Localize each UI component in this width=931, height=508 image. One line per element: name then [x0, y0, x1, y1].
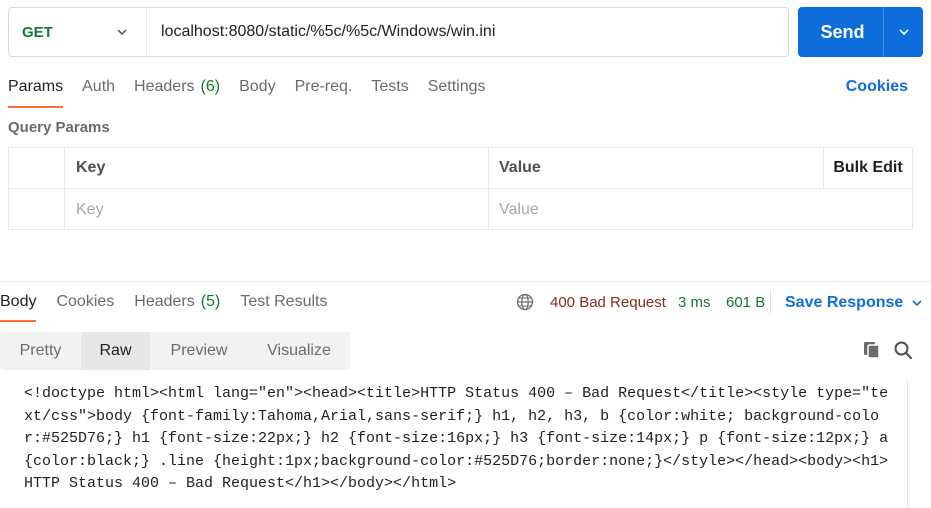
key-input[interactable]: Key: [65, 189, 489, 230]
query-params-table: Key Value Bulk Edit Key Value: [8, 147, 913, 230]
divider: [770, 290, 771, 314]
tab-label: Pre-req.: [294, 78, 353, 95]
query-params-title: Query Params: [8, 119, 110, 136]
row-checkbox-cell: [9, 189, 65, 230]
view-visualize[interactable]: Visualize: [248, 332, 350, 370]
url-bar: GET: [8, 7, 789, 57]
tab-settings[interactable]: Settings: [428, 74, 486, 108]
tab-response-body[interactable]: Body: [0, 289, 37, 322]
cookies-link[interactable]: Cookies: [846, 78, 908, 96]
chevron-down-icon: [912, 300, 922, 307]
tab-pre-request[interactable]: Pre-req.: [295, 74, 353, 108]
view-mode-selector: Pretty Raw Preview Visualize: [0, 332, 350, 370]
response-size[interactable]: 601 B: [726, 294, 765, 311]
bulk-edit-button[interactable]: Bulk Edit: [823, 148, 912, 188]
chevron-down-icon: [898, 29, 909, 36]
checkbox-column-header: [9, 148, 65, 188]
request-tabs: Params Auth Headers (6) Body Pre-req. Tes…: [8, 74, 505, 108]
tab-label: Test Results: [240, 293, 328, 310]
send-label: Send: [820, 21, 865, 42]
save-response-label: Save Response: [785, 294, 904, 311]
chevron-down-icon: [117, 29, 127, 36]
key-column-header: Key: [65, 148, 489, 188]
tab-body[interactable]: Body: [239, 74, 275, 108]
tab-label: Headers: [134, 78, 195, 95]
method-select[interactable]: GET: [9, 8, 147, 56]
value-column-header: Value: [499, 159, 541, 176]
tab-label: Params: [8, 78, 64, 95]
tab-response-cookies[interactable]: Cookies: [56, 289, 114, 322]
send-button[interactable]: Send: [798, 7, 923, 57]
tab-test-results[interactable]: Test Results: [240, 289, 327, 322]
tab-tests[interactable]: Tests: [371, 74, 408, 108]
save-response-button[interactable]: Save Response: [785, 294, 923, 312]
tab-label: Settings: [427, 78, 486, 95]
view-preview[interactable]: Preview: [150, 332, 248, 370]
response-tabs: Body Cookies Headers (5) Test Results: [0, 289, 347, 322]
tab-label: Body: [0, 293, 37, 310]
tab-label: Cookies: [56, 293, 115, 310]
method-label: GET: [22, 23, 53, 41]
tab-label: Auth: [82, 78, 116, 95]
table-header-row: Key Value Bulk Edit: [9, 148, 912, 189]
headers-count: (6): [200, 78, 221, 95]
table-row: Key Value: [9, 189, 912, 230]
scrollbar[interactable]: [907, 380, 908, 508]
tab-label: Headers: [134, 293, 195, 310]
status-code[interactable]: 400 Bad Request: [550, 294, 666, 311]
view-pretty[interactable]: Pretty: [0, 332, 81, 370]
response-time[interactable]: 3 ms: [678, 294, 711, 311]
tab-label: Body: [239, 78, 276, 95]
tab-params[interactable]: Params: [8, 74, 64, 108]
tab-headers[interactable]: Headers (6): [134, 74, 220, 108]
pane-divider[interactable]: [0, 281, 931, 282]
view-raw[interactable]: Raw: [81, 332, 150, 370]
response-body-raw[interactable]: <!doctype html><html lang="en"><head><ti…: [24, 383, 894, 496]
copy-icon[interactable]: [862, 340, 882, 360]
url-input[interactable]: [147, 8, 788, 56]
response-headers-count: (5): [200, 293, 221, 310]
globe-icon[interactable]: [516, 293, 534, 311]
tab-response-headers[interactable]: Headers (5): [134, 289, 220, 322]
tab-label: Tests: [371, 78, 409, 95]
value-input[interactable]: Value: [489, 189, 912, 230]
tab-auth[interactable]: Auth: [82, 74, 115, 108]
send-options-button[interactable]: [883, 7, 923, 57]
search-icon[interactable]: [893, 340, 913, 360]
